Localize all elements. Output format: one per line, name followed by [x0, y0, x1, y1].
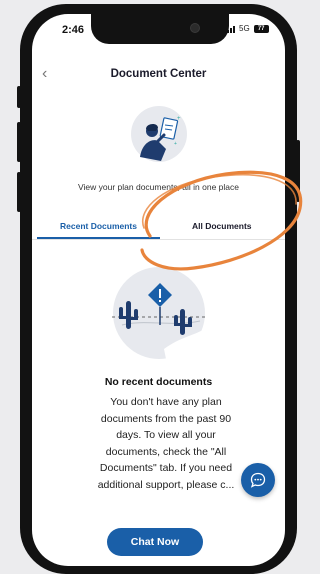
empty-state-message: You don't have any plan documents from t…: [97, 396, 235, 491]
tab-recent-documents[interactable]: Recent Documents: [60, 221, 137, 231]
battery-level: 77: [257, 25, 265, 32]
screenshot-canvas: 2:46 5G 77 ‹ Document Center + + View yo…: [0, 0, 307, 574]
person-with-document-illustration: + +: [131, 106, 187, 162]
battery-icon: 77: [253, 24, 269, 33]
chat-bubble-icon[interactable]: [241, 463, 275, 497]
status-time: 2:46: [62, 24, 85, 36]
network-label: 5G: [239, 24, 250, 33]
svg-text:+: +: [177, 116, 181, 122]
page-title: Document Center: [110, 68, 207, 80]
empty-state-title: No recent documents: [104, 376, 213, 388]
signal-icon: [227, 25, 235, 33]
tab-divider: [32, 239, 285, 240]
camera-icon: [190, 23, 200, 33]
svg-text:+: +: [174, 141, 177, 147]
phone-notch: [91, 14, 229, 44]
status-indicators: 5G 77: [227, 24, 269, 33]
desert-warning-illustration: [112, 267, 206, 359]
chat-now-button[interactable]: Chat Now: [107, 528, 203, 556]
tab-all-documents[interactable]: All Documents: [192, 221, 252, 231]
tagline: View your plan documents, all in one pla…: [78, 182, 239, 192]
chat-bubble-glyph: [250, 472, 266, 488]
